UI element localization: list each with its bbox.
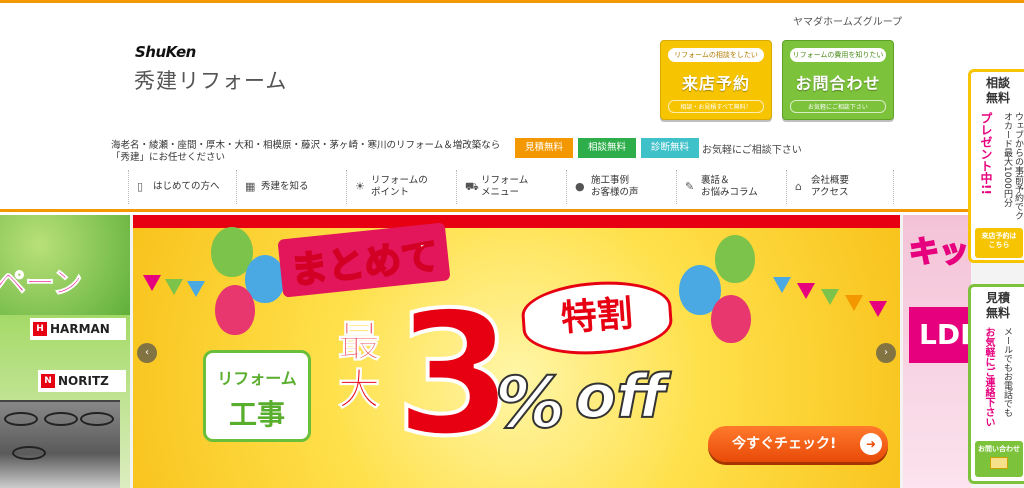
- kitchen-text: キッ: [908, 234, 970, 271]
- percent-sign: %: [494, 361, 566, 445]
- visit-reservation-side-button[interactable]: 来店予約は こちら: [975, 228, 1023, 258]
- visit-reservation-note: 相談・お見積すべて無料！: [668, 100, 764, 113]
- nav-item-first-time[interactable]: ▯ はじめての方へ: [128, 170, 234, 204]
- estimate-free-heading: 見積 無料: [985, 291, 1010, 320]
- building-icon: ▦: [245, 180, 256, 193]
- group-name: ヤマダホームズグループ: [793, 17, 903, 28]
- nav-item-company[interactable]: ⌂ 会社概要 アクセス: [786, 170, 894, 204]
- check-now-label: 今すぐチェック!: [732, 436, 837, 452]
- bunting-flag: [845, 295, 863, 311]
- contact-side-label: お問い合わせ: [978, 445, 1020, 453]
- burner-icon: [44, 412, 78, 426]
- ldk-text: LDK: [909, 307, 971, 363]
- gas-stove-image: [0, 400, 120, 488]
- nav-label: 施工事例 お客様の声: [591, 175, 639, 198]
- badge-free-estimate: 見積無料: [515, 138, 573, 158]
- site-header: ヤマダホームズグループ ShuKen 秀建リフォーム リフォームの相談をしたい …: [0, 3, 1024, 173]
- nav-label: リフォーム メニュー: [481, 175, 529, 198]
- burner-icon: [80, 412, 114, 426]
- estimate-free-text: メールでもお電話でも: [1002, 327, 1012, 417]
- visit-reservation-subtitle: リフォームの相談をしたい: [668, 48, 764, 62]
- nav-item-column[interactable]: ✎ 裏話＆ お悩みコラム: [676, 170, 784, 204]
- harman-label: HARMAN: [50, 322, 110, 336]
- visit-reservation-button[interactable]: リフォームの相談をしたい 来店予約 相談・お見積すべて無料！: [660, 40, 772, 120]
- slider-next-button[interactable]: ›: [876, 343, 896, 363]
- max-label: 最大: [338, 317, 381, 414]
- bunting-flag: [821, 289, 839, 305]
- inquiry-subtitle: リフォームの費用を知りたい: [790, 48, 886, 62]
- arrow-right-icon: ➜: [860, 433, 882, 455]
- noritz-mark-icon: N: [41, 374, 55, 388]
- main-nav: ▯ はじめての方へ ▦ 秀建を知る ☀ リフォームの ポイント ⛟ リフォーム …: [0, 164, 1024, 212]
- contact-side-button[interactable]: お問い合わせ: [975, 441, 1023, 477]
- nav-label: 裏話＆ お悩みコラム: [701, 175, 758, 198]
- book-icon: ▯: [137, 180, 144, 193]
- present-text: プレゼント中!!: [979, 112, 993, 195]
- envelope-icon: [990, 457, 1008, 469]
- person-icon: ●: [575, 180, 585, 193]
- nav-label: 会社概要 アクセス: [811, 175, 850, 198]
- consult-free-text: ウェブからの事前予約でクオカード最大1000円分: [1002, 112, 1023, 220]
- red-top-band: [133, 215, 900, 228]
- slider-prev-button[interactable]: ‹: [137, 343, 157, 363]
- badge-free-diagnosis: 診断無料: [641, 138, 699, 158]
- nav-label: リフォームの ポイント: [371, 175, 428, 198]
- nav-label: はじめての方へ: [153, 181, 220, 192]
- inquiry-label: お問合わせ: [795, 74, 881, 93]
- nav-label: 秀建を知る: [261, 181, 309, 192]
- reform-label-line1: リフォーム: [217, 369, 297, 388]
- nav-item-cases[interactable]: ● 施工事例 お客様の声: [566, 170, 674, 204]
- bunting-flag: [143, 275, 161, 291]
- tagline: 海老名・綾瀬・座間・厚木・大和・相模原・藤沢・茅ヶ崎・寒川のリフォーム＆増改築な…: [111, 140, 501, 163]
- company-icon: ⌂: [795, 180, 802, 193]
- harman-mark-icon: H: [33, 322, 47, 336]
- floating-consult-panel: 相談 無料 ウェブからの事前予約でクオカード最大1000円分 プレゼント中!! …: [968, 69, 1024, 263]
- bunting-flag: [797, 283, 815, 299]
- slide-next-preview[interactable]: キッ LDK: [903, 215, 971, 488]
- bunting-flag: [165, 279, 183, 295]
- balloon-pink: [215, 285, 255, 335]
- noritz-label: NORITZ: [58, 374, 109, 388]
- visit-reservation-label: 来店予約: [681, 74, 750, 93]
- bunting-flag: [869, 301, 887, 317]
- balloon-green: [715, 235, 755, 283]
- balloon-pink: [711, 295, 751, 343]
- harman-logo: H HARMAN: [30, 318, 126, 340]
- burner-icon: [4, 412, 38, 426]
- contact-cta-text: お気軽にご連絡下さい: [983, 327, 994, 427]
- badge-free-consult: 相談無料: [578, 138, 636, 158]
- reform-work-label: リフォーム 工事: [203, 350, 311, 442]
- reform-label-line2: 工事: [228, 398, 285, 431]
- nav-item-menu[interactable]: ⛟ リフォーム メニュー: [456, 170, 564, 204]
- check-now-button[interactable]: 今すぐチェック! ➜: [708, 426, 888, 462]
- campaign-text: ペーン: [0, 266, 83, 302]
- bunting-flag: [773, 277, 791, 293]
- logo-latin[interactable]: ShuKen: [135, 43, 196, 61]
- pencil-icon: ✎: [685, 180, 695, 193]
- inquiry-button[interactable]: リフォームの費用を知りたい お問合わせ お気軽にご相談下さい: [782, 40, 894, 120]
- consult-free-heading: 相談 無料: [985, 76, 1010, 105]
- noritz-logo: N NORITZ: [38, 370, 126, 392]
- nav-item-about[interactable]: ▦ 秀建を知る: [236, 170, 344, 204]
- badge-note: お気軽にご相談下さい: [702, 145, 802, 156]
- nav-item-points[interactable]: ☀ リフォームの ポイント: [346, 170, 454, 204]
- off-label: off: [574, 361, 667, 433]
- floating-estimate-panel: 見積 無料 メールでもお電話でも お気軽にご連絡下さい お問い合わせ: [968, 284, 1024, 484]
- cart-icon: ⛟: [465, 180, 479, 193]
- burner-icon: [12, 446, 46, 460]
- bunting-flag: [187, 281, 205, 297]
- inquiry-note: お気軽にご相談下さい: [790, 100, 886, 113]
- lightbulb-icon: ☀: [355, 180, 365, 193]
- logo-jp[interactable]: 秀建リフォーム: [134, 65, 287, 95]
